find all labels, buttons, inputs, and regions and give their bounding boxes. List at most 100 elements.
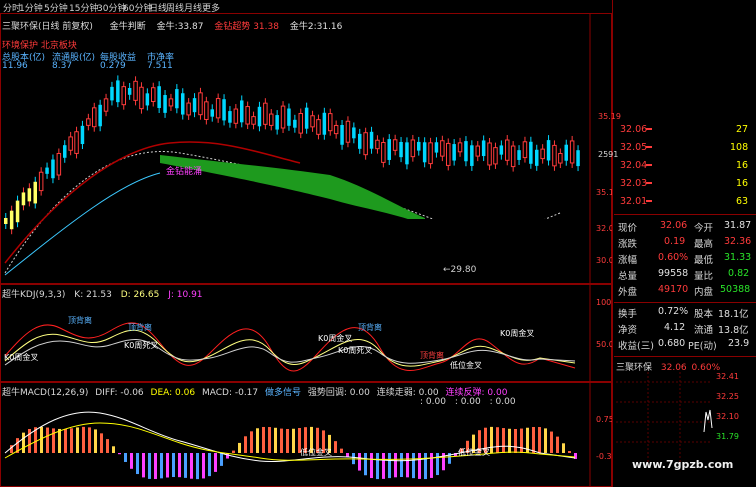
candle [280, 105, 286, 129]
kdj-signal-1: 顶背离 [68, 316, 92, 325]
candle [38, 171, 44, 192]
candle [517, 150, 521, 160]
q-value-3a: 99558 [658, 268, 689, 279]
q-value-2b: 31.33 [724, 252, 752, 263]
macd-bar [64, 428, 67, 453]
macd-bar [430, 453, 433, 478]
candle [21, 192, 26, 206]
kdj-signal-4: K0周金叉 [318, 334, 353, 343]
candle [546, 140, 551, 161]
ob-vol-1: 108 [730, 142, 749, 153]
q-value-2a: 0.60% [658, 252, 689, 263]
candle [417, 141, 421, 151]
macd-bar [514, 428, 517, 453]
macd-bar [178, 453, 181, 478]
indicator-jinzuan: 金钻超势 31.38 [214, 22, 279, 32]
candle [287, 108, 291, 126]
candle [151, 87, 156, 103]
candle [157, 86, 161, 109]
macd-bar [184, 453, 187, 478]
macd-bar [334, 441, 337, 453]
macd-extra-row: : 0.00 : 0.00 : 0.00 [420, 397, 516, 407]
macd-bar [244, 436, 247, 453]
q-label-4a: 外盘 [618, 287, 638, 298]
fund-value-1: 8.37 [52, 61, 73, 71]
candle [422, 142, 427, 163]
candle [352, 127, 356, 139]
ob-price-1: 32.05 [620, 142, 648, 153]
kdj-signal-7: 顶背离 [420, 351, 444, 360]
candle [369, 131, 374, 149]
macd-bar [100, 433, 103, 453]
macd-bar [364, 453, 367, 476]
indicator-judge: 金牛判断 [109, 22, 146, 32]
q-value-5a: 0.72% [658, 306, 689, 317]
candle [139, 86, 144, 110]
quote-row-0: 现价 32.06 今开 31.87 [618, 220, 754, 234]
macd-bar [172, 453, 175, 478]
macd-bar [148, 453, 151, 479]
indicator-jinniu2: 金牛2:31.16 [289, 22, 343, 32]
quote-row-5: 换手 0.72% 股本 18.1亿 [618, 306, 754, 320]
mini-axis-3: 31.79 [716, 432, 739, 441]
q-label-7a: 收益(三) [618, 341, 654, 352]
macd-bar [52, 428, 55, 453]
macd-bar [544, 428, 547, 453]
q-label-3b: 量比 [694, 271, 714, 282]
kdj-k: K: 21.53 [74, 290, 112, 300]
quote-row-7: 收益(三) 0.680 PE(动) 23.9 [618, 338, 754, 352]
candle [363, 132, 368, 156]
q-label-0b: 今开 [694, 223, 714, 234]
macd-bar [400, 453, 403, 478]
low-price-label: ←29.80 [443, 265, 477, 275]
macd-bar [292, 428, 295, 453]
fund-value-3: 7.511 [147, 61, 173, 71]
q-label-2b: 最低 [694, 255, 714, 266]
q-value-0b: 31.87 [724, 220, 752, 231]
candle [310, 115, 315, 128]
macd-bar [220, 453, 223, 466]
macd-bar [550, 431, 553, 453]
candle [428, 142, 433, 165]
q-label-5b: 股本 [694, 309, 714, 320]
candle [316, 119, 321, 135]
candle [322, 112, 327, 135]
quote-row-6: 净资 4.12 流通 13.8亿 [618, 322, 754, 336]
macd-bar [508, 428, 511, 453]
macd-bar [388, 453, 391, 479]
kline-chart[interactable] [0, 13, 612, 487]
macd-bar [94, 429, 97, 453]
kdj-signal-6: 顶背离 [358, 323, 382, 332]
candle [293, 119, 297, 128]
candle [257, 106, 262, 127]
candle [163, 95, 167, 113]
mini-axis-0: 32.41 [716, 372, 739, 381]
macd-bar [214, 453, 217, 472]
candle [4, 218, 8, 224]
price-tag-0: 35.19 [598, 112, 621, 121]
candle [487, 142, 492, 166]
candle [74, 131, 79, 154]
candles [4, 75, 580, 235]
candle [410, 139, 416, 158]
macd-signal-1: 低位金叉 [458, 448, 490, 457]
macd-extra-1: 强势回调: 0.00 [307, 388, 370, 398]
quote-row-1: 涨跌 0.19 最高 32.36 [618, 236, 754, 250]
ob-price-4: 32.01 [620, 196, 648, 207]
candle [457, 142, 463, 153]
watermark-text: www.7gpzb.com [632, 458, 734, 471]
macd-bar [196, 453, 199, 480]
candle [45, 167, 49, 174]
macd-bar [112, 446, 115, 453]
macd-bar [28, 428, 31, 453]
macd-bar [562, 443, 565, 453]
macd-bar [370, 453, 373, 479]
macd-bar [82, 426, 85, 453]
candle [251, 116, 256, 125]
candle [228, 111, 232, 123]
macd-value: MACD: -0.17 [201, 388, 259, 398]
candle [387, 139, 391, 160]
candle [333, 124, 339, 135]
candle [168, 98, 174, 107]
macd-extra-0: 做多信号 [265, 388, 302, 398]
